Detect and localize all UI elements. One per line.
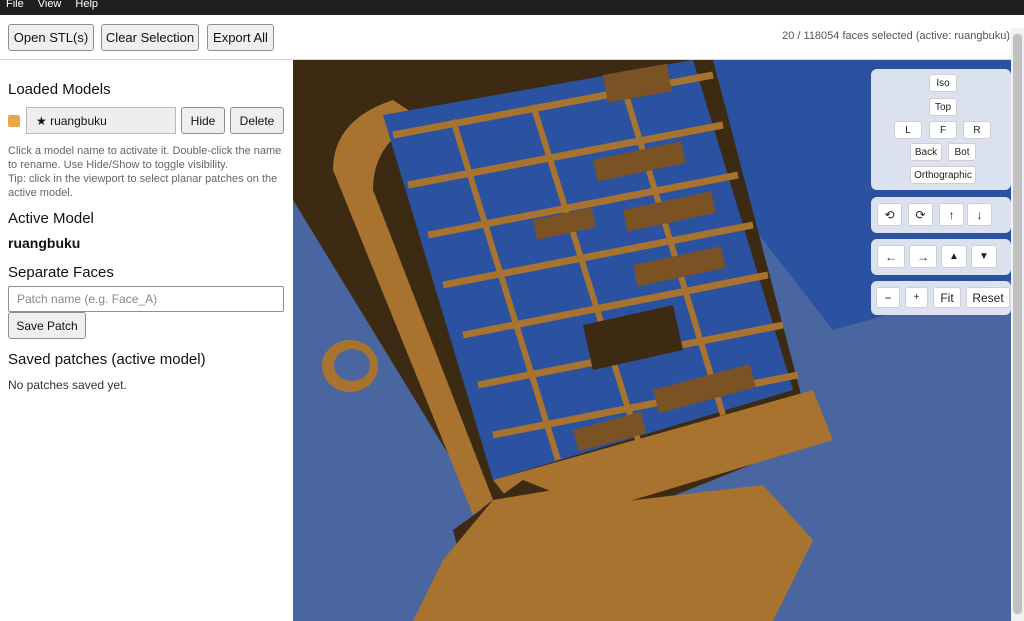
toolbar: Open STL(s) Clear Selection Export All 2… xyxy=(0,15,1024,60)
view-presets-panel: Iso Top L F R Back Bot Orthographic xyxy=(871,69,1011,190)
separate-faces-title: Separate Faces xyxy=(8,264,114,281)
help-text-usage: Click a model name to activate it. Doubl… xyxy=(8,145,282,171)
orthographic-toggle[interactable]: Orthographic xyxy=(910,166,976,184)
scrollbar-thumb[interactable] xyxy=(1013,34,1022,614)
hide-model-button[interactable]: Hide xyxy=(181,107,225,134)
loaded-models-title: Loaded Models xyxy=(8,81,111,98)
rotate-cw-button[interactable]: ⟳ xyxy=(908,203,933,226)
saved-patches-title: Saved patches (active model) xyxy=(8,351,206,368)
page-scrollbar[interactable] xyxy=(1011,28,1024,621)
pan-left-button[interactable]: ← xyxy=(877,245,905,268)
view-left-button[interactable]: L xyxy=(894,121,922,139)
save-patch-button[interactable]: Save Patch xyxy=(8,312,86,339)
view-iso-button[interactable]: Iso xyxy=(929,74,957,92)
menu-help[interactable]: Help xyxy=(75,0,98,10)
model-color-swatch[interactable] xyxy=(8,115,20,127)
menu-file[interactable]: File xyxy=(6,0,24,10)
no-patches-text: No patches saved yet. xyxy=(8,378,127,392)
zoom-in-button[interactable]: + xyxy=(905,287,928,308)
active-model-name: ruangbuku xyxy=(8,235,81,251)
view-right-button[interactable]: R xyxy=(963,121,991,139)
tilt-down-button[interactable]: ▼ xyxy=(971,245,997,268)
view-front-button[interactable]: F xyxy=(929,121,957,139)
view-bottom-button[interactable]: Bot xyxy=(948,143,976,161)
rotate-ccw-button[interactable]: ⟲ xyxy=(877,203,902,226)
export-all-button[interactable]: Export All xyxy=(207,24,274,51)
pan-panel: ← → ▲ ▼ xyxy=(871,239,1011,275)
rotate-panel: ⟲ ⟳ ↑ ↓ xyxy=(871,197,1011,233)
view-back-button[interactable]: Back xyxy=(910,143,942,161)
help-text: Click a model name to activate it. Doubl… xyxy=(8,144,286,200)
fit-button[interactable]: Fit xyxy=(933,287,961,308)
menu-bar: File View Help xyxy=(0,0,1024,15)
active-model-title: Active Model xyxy=(8,210,94,227)
open-stl-button[interactable]: Open STL(s) xyxy=(8,24,94,51)
selection-status: 20 / 118054 faces selected (active: ruan… xyxy=(782,30,1010,42)
zoom-panel: − + Fit Reset xyxy=(871,281,1011,315)
tilt-up-button[interactable]: ▲ xyxy=(941,245,967,268)
ring-icon xyxy=(322,340,378,392)
sidebar: Loaded Models ★ ruangbuku Hide Delete Cl… xyxy=(0,60,293,621)
zoom-out-button[interactable]: − xyxy=(876,287,900,308)
move-down-button[interactable]: ↓ xyxy=(967,203,992,226)
menu-view[interactable]: View xyxy=(38,0,62,10)
help-text-tip: Tip: click in the viewport to select pla… xyxy=(8,173,278,199)
clear-selection-button[interactable]: Clear Selection xyxy=(101,24,199,51)
delete-model-button[interactable]: Delete xyxy=(230,107,284,134)
model-name-item[interactable]: ★ ruangbuku xyxy=(26,107,176,134)
view-top-button[interactable]: Top xyxy=(929,98,957,116)
reset-view-button[interactable]: Reset xyxy=(966,287,1010,308)
pan-right-button[interactable]: → xyxy=(909,245,937,268)
patch-name-input[interactable] xyxy=(8,286,284,312)
move-up-button[interactable]: ↑ xyxy=(939,203,964,226)
